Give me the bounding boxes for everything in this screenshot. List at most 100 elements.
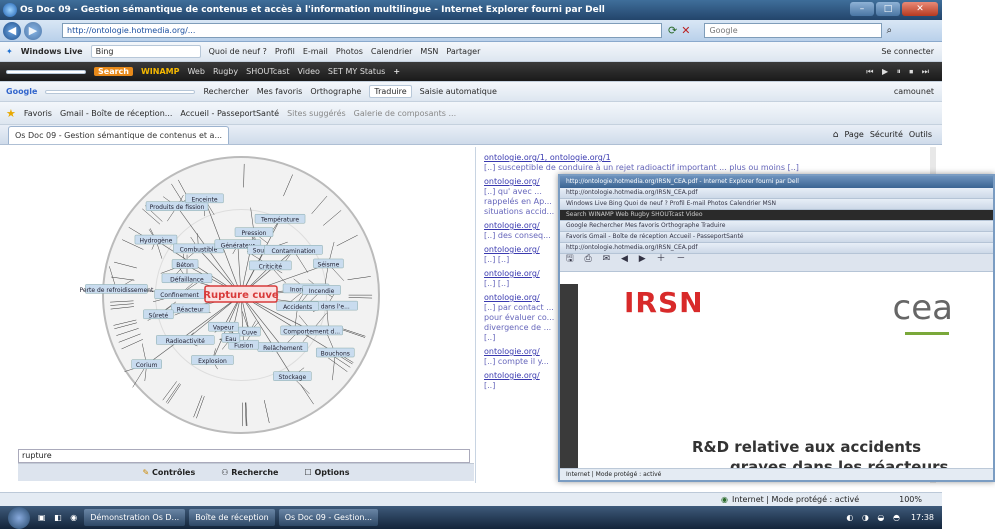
controls-label: Contrôles [151, 468, 196, 477]
pdf-tool-icons[interactable]: 🖫 ⎙ ✉ ◀ ▶ ＋ － [566, 254, 689, 264]
graph-node-label: Accidents [283, 304, 312, 311]
google-item-3[interactable]: Traduire [369, 85, 412, 98]
pdf-sidebar[interactable] [560, 284, 578, 472]
binoculars-icon: ⚇ [221, 468, 229, 477]
graph-node-label: Stockage [279, 374, 307, 381]
quicklaunch-icons[interactable]: ▣ ◧ ◉ [38, 513, 80, 522]
zoom-level[interactable]: 100% [899, 495, 922, 504]
winamp-item-4[interactable]: SET MY Status [328, 67, 385, 76]
favorites-item-1[interactable]: Gmail - Boîte de réception... [60, 109, 172, 118]
task-1[interactable]: Boîte de réception [189, 509, 275, 526]
player-controls[interactable]: ⏮ ▶ ⏸ ⏹ ⏭ [866, 67, 932, 77]
minimize-button[interactable]: – [850, 2, 874, 16]
result-item: ontologie.org/1, ontologie.org/1 [..] sus… [484, 153, 930, 173]
graph-node-label: Perte de refroidissement [79, 287, 153, 294]
tb-item-3[interactable]: Photos [336, 47, 363, 56]
task-0[interactable]: Démonstration Os D... [84, 509, 186, 526]
google-toolbar: Google Rechercher Mes favoris Orthograph… [0, 82, 942, 102]
popup-toolbar-2: Search WINAMP Web Rugby SHOUTcast Video [560, 210, 993, 221]
back-icon[interactable]: ◀ [3, 21, 21, 40]
graph-node-label: Combustible [180, 246, 218, 253]
winamp-search-input[interactable] [6, 69, 86, 74]
winamp-search-button[interactable]: Search [94, 67, 133, 76]
windows-live-brand[interactable]: Windows Live [21, 47, 83, 56]
graph-center-label: Rupture cuve [203, 290, 279, 301]
task-2[interactable]: Os Doc 09 - Gestion... [278, 509, 379, 526]
tb-item-5[interactable]: MSN [420, 47, 438, 56]
result-snippet: [..] susceptible de conduire à un rejet … [484, 163, 799, 172]
graph-node-label: Séisme [318, 261, 340, 268]
tray-icons[interactable]: ◐ ◑ ◒ ◓ [846, 513, 903, 522]
favorites-item-0[interactable]: Favoris [24, 109, 52, 118]
winamp-brand[interactable]: WINAMP [141, 67, 180, 76]
tb-item-2[interactable]: E-mail [303, 47, 328, 56]
tb-item-4[interactable]: Calendrier [371, 47, 413, 56]
options-icon: ☐ [304, 468, 312, 477]
google-brand[interactable]: Google [6, 87, 37, 96]
signin-link[interactable]: Se connecter [881, 47, 934, 56]
search-input[interactable]: Google [704, 23, 883, 38]
refresh-icon[interactable]: ⟳ [668, 24, 677, 37]
graph-node-label: Fusion [234, 343, 253, 350]
tb-item-6[interactable]: Partager [446, 47, 480, 56]
controls-button[interactable]: ✎ Contrôles [142, 468, 195, 477]
graph-node-label: Défaillance [170, 276, 204, 283]
ontology-graph[interactable]: Rejet dans l'e...AccidentsComportement d… [6, 147, 476, 447]
winamp-toolbar: Search WINAMP Web Rugby SHOUTcast Video … [0, 62, 942, 82]
cmd-security[interactable]: Sécurité [870, 130, 903, 139]
window-title: Os Doc 09 - Gestion sémantique de conten… [20, 5, 605, 15]
pdf-toolbar: 🖫 ⎙ ✉ ◀ ▶ ＋ － [560, 254, 993, 272]
winamp-item-1[interactable]: Rugby [213, 67, 238, 76]
home-icon[interactable]: ⌂ [833, 130, 839, 140]
options-label: Options [314, 468, 350, 477]
tb-item-1[interactable]: Profil [275, 47, 295, 56]
popup-status-bar: Internet | Mode protégé : activé [560, 468, 993, 480]
close-button[interactable]: ✕ [902, 2, 938, 16]
search-button[interactable]: ⚇ Recherche [221, 468, 278, 477]
clock: 17:38 [910, 513, 934, 522]
winamp-item-2[interactable]: SHOUTcast [246, 67, 289, 76]
tab-label: Os Doc 09 - Gestion sémantique de conten… [15, 130, 223, 140]
winamp-item-0[interactable]: Web [187, 67, 204, 76]
cmd-page[interactable]: Page [844, 130, 863, 139]
window-title-bar: Os Doc 09 - Gestion sémantique de conten… [0, 0, 942, 20]
status-bar: ◉ Internet | Mode protégé : activé 100% [0, 492, 942, 506]
tb-item-0[interactable]: Quoi de neuf ? [209, 47, 267, 56]
google-item-2[interactable]: Orthographe [310, 87, 361, 96]
forward-icon[interactable]: ▶ [24, 21, 42, 40]
pdf-page: IRSN cea R&D relative aux accidents grav… [582, 286, 993, 472]
stop-icon[interactable]: ✕ [681, 24, 690, 37]
tab-active[interactable]: Os Doc 09 - Gestion sémantique de conten… [8, 125, 230, 144]
search-icon[interactable]: ⌕ [886, 25, 892, 36]
graph-controls-bar: ✎ Contrôles ⚇ Recherche ☐ Options [18, 463, 474, 481]
popup-address[interactable]: http://ontologie.hotmedia.org/IRSN_CEA.p… [560, 188, 993, 199]
result-link[interactable]: ontologie.org/1, ontologie.org/1 [484, 153, 930, 163]
cea-logo: cea [892, 288, 953, 328]
google-item-1[interactable]: Mes favoris [257, 87, 303, 96]
favorites-bar: ★ Favoris Gmail - Boîte de réception... … [0, 102, 942, 125]
favorites-item-2[interactable]: Accueil - PasseportSanté [180, 109, 279, 118]
add-icon[interactable]: + [393, 67, 400, 76]
graph-search-input[interactable]: rupture [18, 449, 470, 463]
google-item-4[interactable]: Saisie automatique [420, 87, 497, 96]
winamp-item-3[interactable]: Video [298, 67, 320, 76]
options-button[interactable]: ☐ Options [304, 468, 349, 477]
popup-favorites: Favoris Gmail - Boîte de réception Accue… [560, 232, 993, 243]
graph-node-label: Produits de fission [150, 204, 205, 211]
address-bar-row: ◀ ▶ http://ontologie.hotmedia.org/... ⟳ … [0, 20, 942, 42]
search-label: Recherche [231, 468, 279, 477]
google-item-0[interactable]: Rechercher [203, 87, 248, 96]
start-button[interactable] [8, 506, 30, 529]
google-search-input[interactable] [45, 89, 196, 94]
favorites-item-4[interactable]: Galerie de composants ... [354, 109, 456, 118]
favorites-item-3[interactable]: Sites suggérés [287, 109, 346, 118]
graph-node-label: Béton [176, 262, 194, 269]
google-user[interactable]: camounet [894, 87, 934, 96]
cmd-tools[interactable]: Outils [909, 130, 932, 139]
globe-icon: ◉ [721, 495, 728, 504]
pdf-popup-window[interactable]: http://ontologie.hotmedia.org/IRSN_CEA.p… [558, 174, 995, 482]
bing-search-input[interactable]: Bing [90, 45, 201, 58]
maximize-button[interactable]: □ [876, 2, 900, 16]
address-input[interactable]: http://ontologie.hotmedia.org/... [62, 23, 662, 38]
popup-toolbar-1: Windows Live Bing Quoi de neuf ? Profil … [560, 199, 993, 210]
